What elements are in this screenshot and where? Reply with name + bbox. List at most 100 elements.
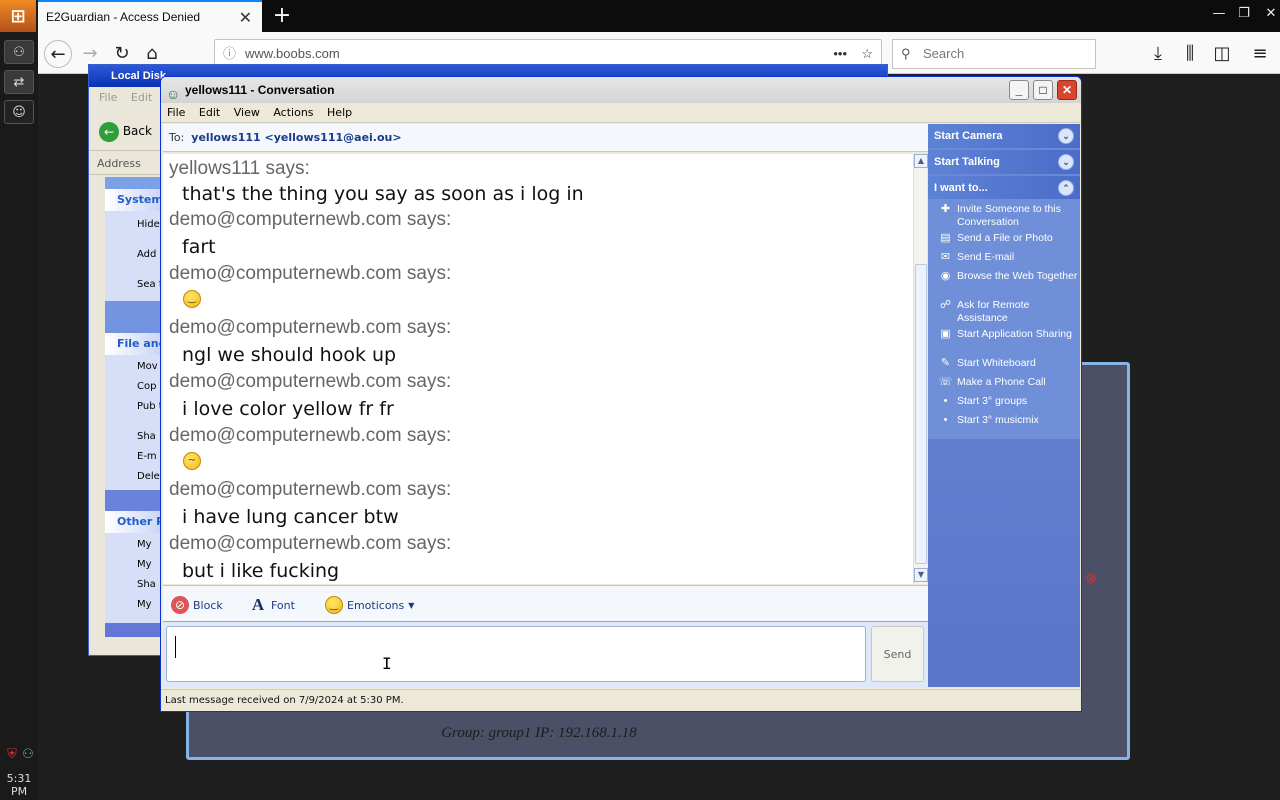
taskbar-button-1[interactable]: ⚇	[4, 40, 34, 64]
browser-tab[interactable]: E2Guardian - Access Denied ✕	[38, 0, 262, 32]
back-icon[interactable]: ←	[99, 121, 119, 142]
conversation-titlebar[interactable]: ☺ yellows111 - Conversation _ □ ✕	[161, 77, 1081, 103]
start-camera-label: Start Camera	[934, 130, 1003, 142]
scroll-up-icon[interactable]: ▲	[914, 154, 928, 168]
message-input[interactable]	[166, 626, 866, 682]
conversation-title: yellows111 - Conversation	[185, 83, 335, 97]
collapse-icon[interactable]: ⌃	[1058, 180, 1074, 196]
blocked-icon: ⊗	[1085, 571, 1097, 587]
side-head-other[interactable]: Other P	[105, 511, 165, 533]
explorer-menu-edit[interactable]: Edit	[131, 91, 152, 104]
i-want-to-label: I want to...	[934, 182, 988, 194]
explorer-sidebar: System Hide this Add prog Sea fold File …	[105, 177, 182, 637]
search-input[interactable]: ⚲ Search	[892, 39, 1096, 69]
invite-icon: ✚	[940, 203, 951, 215]
message-text: i love color yellow fr fr	[182, 398, 394, 420]
send-email-link[interactable]: ✉ Send E-mail	[938, 251, 1078, 264]
menu-icon[interactable]: ≡	[1246, 40, 1274, 68]
to-value[interactable]: yellows111 <yellows111@aei.ou>	[191, 131, 401, 144]
emoticons-button[interactable]: ‿ Emoticons ▼	[325, 596, 414, 614]
explorer-menu-file[interactable]: File	[99, 91, 117, 104]
download-icon[interactable]: ⤓	[1144, 40, 1172, 68]
restore-icon[interactable]: ❐	[1233, 4, 1255, 24]
scroll-thumb[interactable]	[915, 264, 927, 564]
start-talking-button[interactable]: Start Talking ⌄	[928, 150, 1080, 174]
menu-help[interactable]: Help	[327, 106, 352, 119]
message-sender: demo@computernewb.com says:	[169, 371, 452, 392]
chat-scrollbar[interactable]: ▲ ▼	[913, 154, 928, 584]
i-want-to-header[interactable]: I want to... ⌃	[928, 176, 1080, 200]
invite-link[interactable]: ✚ Invite Someone to this Conversation	[938, 203, 1078, 229]
font-label: Font	[271, 598, 295, 612]
close-icon[interactable]: ✕	[1057, 80, 1077, 100]
menu-file[interactable]: File	[167, 106, 185, 119]
browser-tab-title: E2Guardian - Access Denied	[46, 10, 201, 24]
groups-link[interactable]: • Start 3° groups	[938, 395, 1078, 408]
minimize-icon[interactable]: —	[1208, 4, 1230, 24]
web-icon: ◉	[940, 270, 951, 282]
sidebar-icon[interactable]: ◫	[1208, 40, 1236, 68]
side-head-system[interactable]: System	[105, 189, 165, 211]
menu-actions[interactable]: Actions	[273, 106, 313, 119]
to-label: To:	[169, 131, 185, 144]
block-button[interactable]: ⊘ Block	[171, 596, 223, 614]
phone-call-link[interactable]: ☏ Make a Phone Call	[938, 376, 1078, 389]
whiteboard-link[interactable]: ✎ Start Whiteboard	[938, 357, 1078, 370]
message-text: that's the thing you say as soon as i lo…	[182, 183, 584, 205]
menu-view[interactable]: View	[234, 106, 260, 119]
side-panel-system: Hide this Add prog Sea fold	[105, 211, 182, 301]
library-icon[interactable]: ⫼	[1176, 40, 1204, 68]
taskbar-button-messenger[interactable]: ☺	[4, 100, 34, 124]
shield-icon[interactable]: ⛨	[4, 742, 20, 766]
scroll-down-icon[interactable]: ▼	[914, 568, 928, 582]
message-text: fart	[182, 236, 216, 258]
start-camera-button[interactable]: Start Camera ⌄	[928, 124, 1080, 148]
conversation-toolbar: ⊘ Block A Font ‿ Emoticons ▼	[163, 585, 928, 621]
send-file-link[interactable]: ▤ Send a File or Photo	[938, 232, 1078, 245]
send-button[interactable]: Send	[871, 626, 924, 682]
search-placeholder: Search	[923, 46, 965, 61]
conversation-window: ☺ yellows111 - Conversation _ □ ✕ File E…	[160, 76, 1082, 712]
taskbar-button-2[interactable]: ⇄	[4, 70, 34, 94]
status-bar: Last message received on 7/9/2024 at 5:3…	[161, 689, 1081, 711]
back-arrow-icon[interactable]: ←	[44, 40, 72, 68]
task-pane-links: ✚ Invite Someone to this Conversation ▤ Se…	[928, 199, 1080, 439]
dropdown-arrow-icon: ▼	[408, 600, 415, 610]
phone-icon: ☏	[938, 376, 953, 388]
menu-edit[interactable]: Edit	[199, 106, 220, 119]
maximize-icon[interactable]: □	[1033, 80, 1053, 100]
minimize-icon[interactable]: _	[1009, 80, 1029, 100]
font-button[interactable]: A Font	[249, 596, 295, 614]
browse-web-link[interactable]: ◉ Browse the Web Together	[938, 270, 1078, 283]
text-cursor-icon: I	[382, 654, 392, 673]
email-icon: ✉	[940, 251, 951, 263]
musicmix-link[interactable]: • Start 3° musicmix	[938, 414, 1078, 427]
whiteboard-icon: ✎	[940, 357, 951, 369]
side-head-file[interactable]: File and	[105, 333, 165, 355]
bullet-icon: •	[943, 414, 948, 426]
expand-icon[interactable]: ⌄	[1058, 128, 1074, 144]
remote-assistance-link[interactable]: ☍ Ask for Remote Assistance	[938, 299, 1078, 325]
message-sender: yellows111 says:	[169, 158, 310, 179]
message-sender: demo@computernewb.com says:	[169, 209, 452, 230]
confused-emoticon-icon: ~	[183, 452, 201, 470]
close-window-icon[interactable]: ✕	[1260, 4, 1280, 24]
message-sender: demo@computernewb.com says:	[169, 425, 452, 446]
expand-icon[interactable]: ⌄	[1058, 154, 1074, 170]
close-tab-icon[interactable]: ✕	[239, 8, 252, 28]
start-button[interactable]: ⊞	[0, 0, 36, 32]
message-text: ngl we should hook up	[182, 344, 397, 366]
message-sender: demo@computernewb.com says:	[169, 317, 452, 338]
browser-tabbar: E2Guardian - Access Denied ✕ + — ❐ ✕	[38, 0, 1280, 32]
smile-emoticon-icon: ‿	[183, 290, 201, 308]
explorer-back-label[interactable]: Back	[123, 124, 152, 138]
new-tab-button[interactable]: +	[268, 2, 296, 30]
text-caret	[175, 636, 176, 658]
message-sender: demo@computernewb.com says:	[169, 533, 452, 554]
message-sender: demo@computernewb.com says:	[169, 479, 452, 500]
app-sharing-link[interactable]: ▣ Start Application Sharing	[938, 328, 1078, 341]
network-icon[interactable]: ⚇	[20, 742, 36, 766]
to-bar: To: yellows111 <yellows111@aei.ou>	[163, 124, 928, 152]
message-sender: demo@computernewb.com says:	[169, 263, 452, 284]
share-icon: ▣	[940, 328, 951, 340]
